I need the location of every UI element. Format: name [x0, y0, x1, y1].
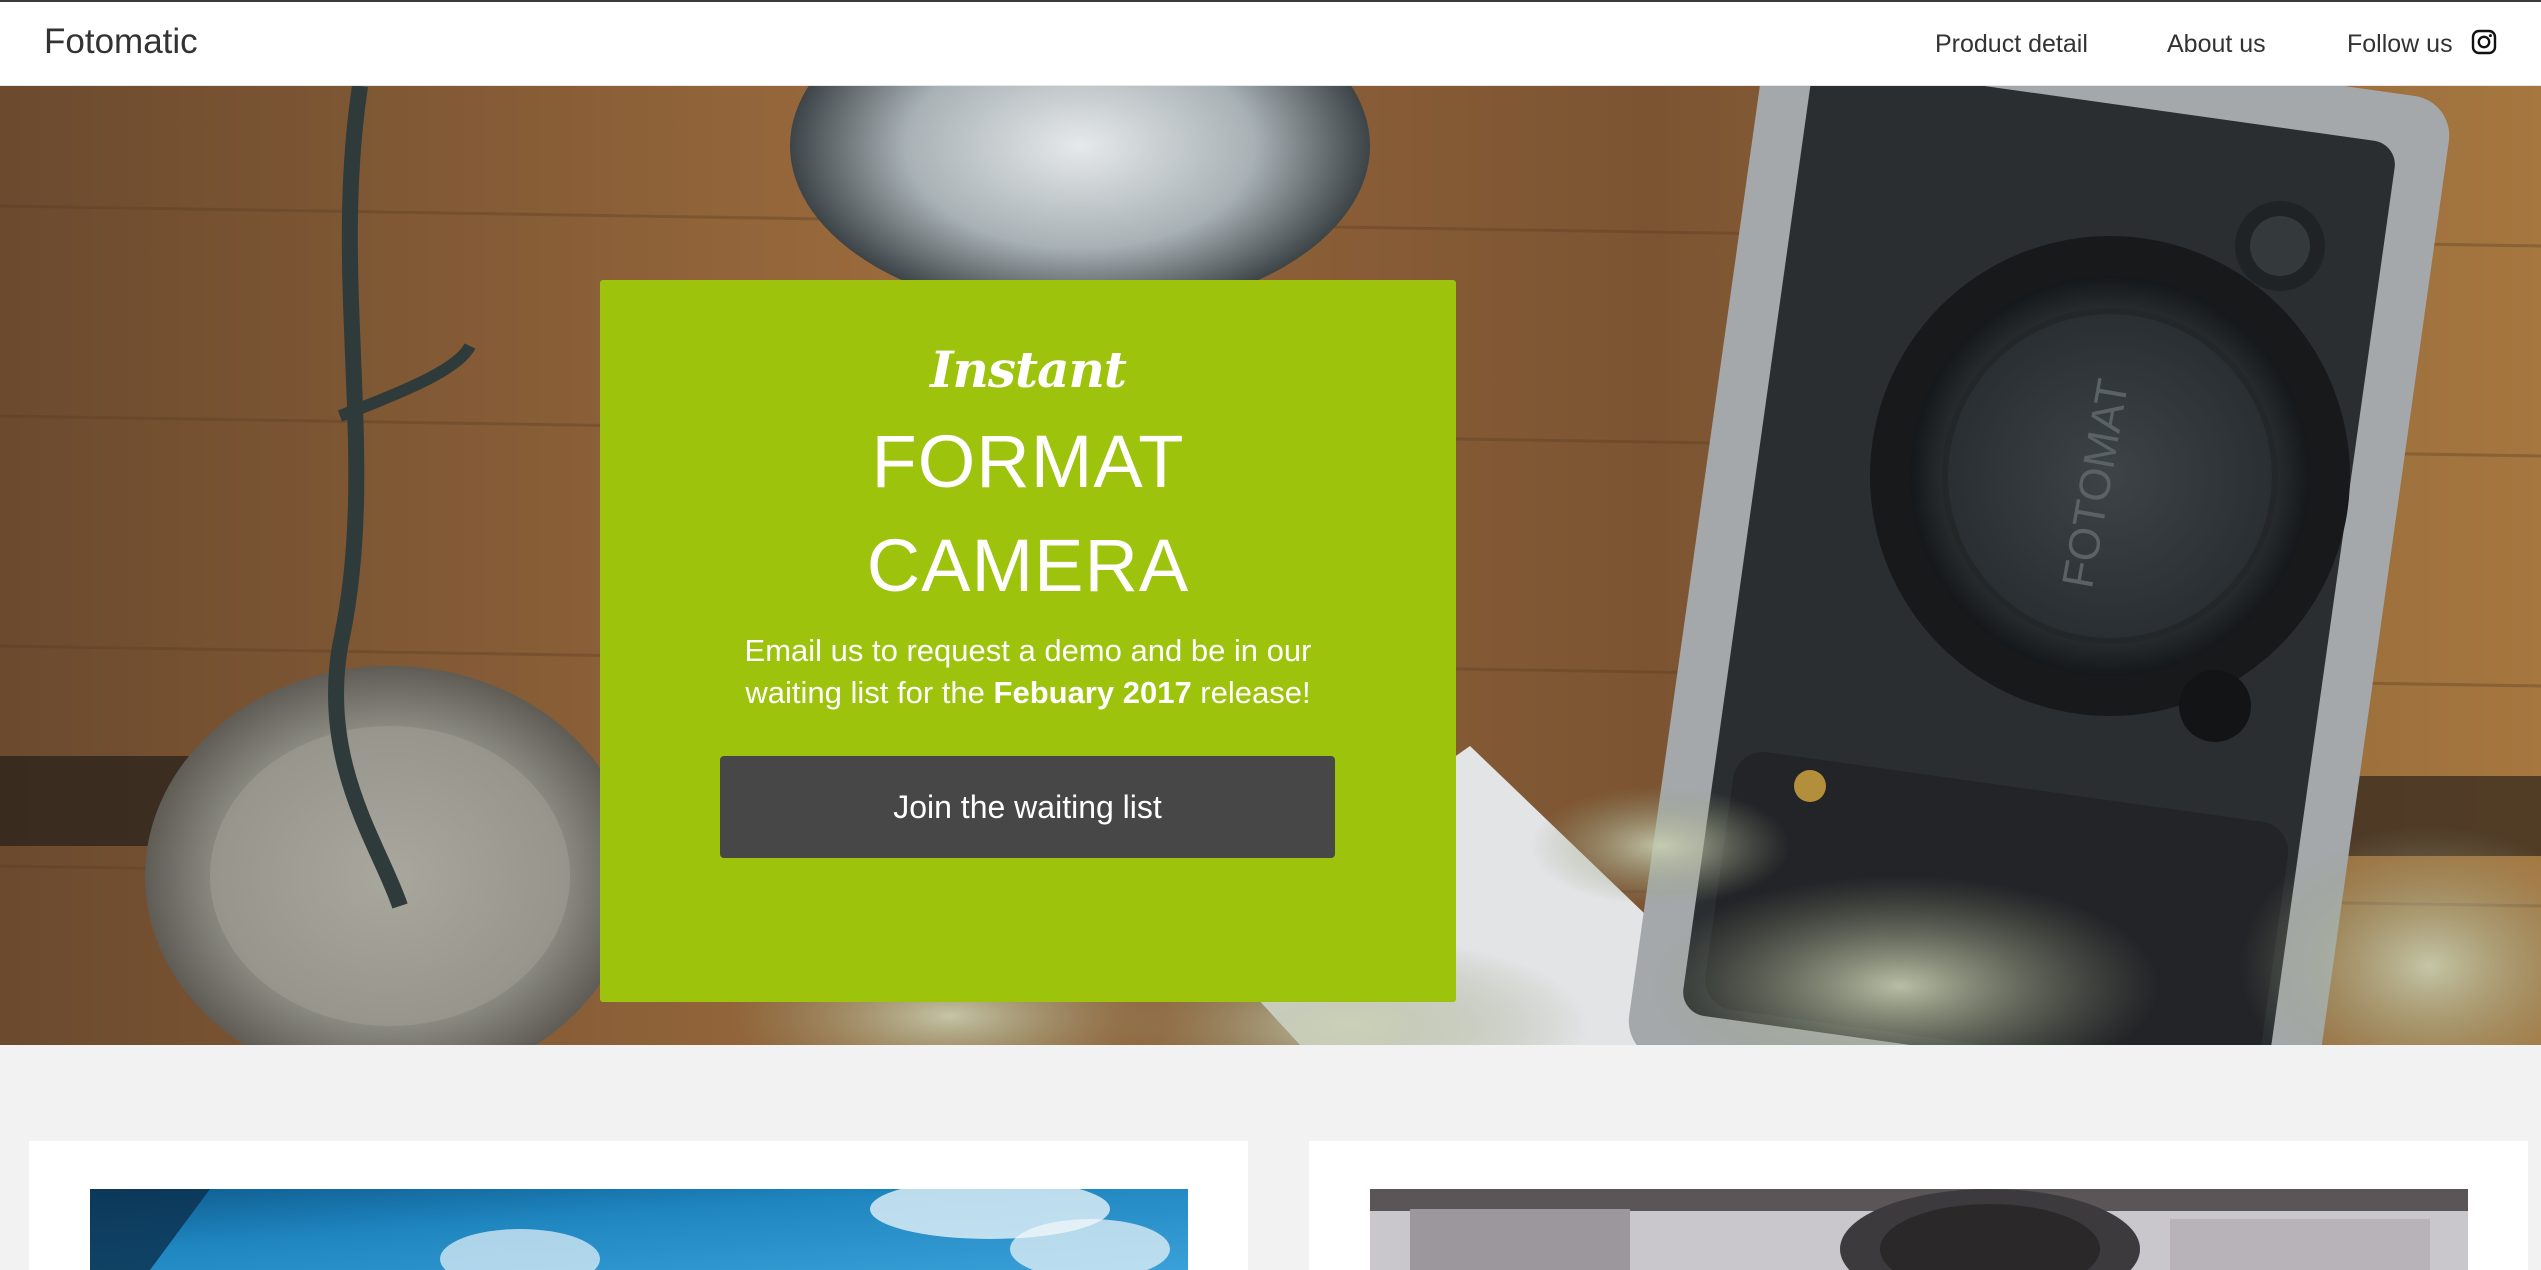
join-waiting-list-button[interactable]: Join the waiting list: [720, 756, 1335, 858]
nav-product-detail[interactable]: Product detail: [1935, 30, 2088, 59]
brand-logo[interactable]: Fotomatic: [44, 22, 198, 62]
top-navbar: Fotomatic Product detail About us Follow…: [0, 0, 2541, 86]
nav-about-us[interactable]: About us: [2167, 30, 2266, 59]
promo-description: Email us to request a demo and be in our…: [730, 630, 1326, 714]
feature-card-right: [1309, 1141, 2528, 1270]
nav-follow-us[interactable]: Follow us: [2347, 30, 2453, 59]
camera-closeup-photo: [1370, 1189, 2468, 1270]
instagram-icon[interactable]: [2471, 29, 2497, 55]
sky-photo: [90, 1189, 1188, 1270]
promo-title: FORMAT CAMERA: [600, 410, 1456, 618]
promo-title-line1: FORMAT: [871, 420, 1185, 503]
promo-box: Instant FORMAT CAMERA Email us to reques…: [600, 280, 1456, 1002]
promo-eyebrow: Instant: [930, 340, 1127, 399]
promo-release-date: Febuary 2017: [993, 675, 1192, 710]
hero-section: FOTOMAT Instant FORMAT CAMERA Email us t…: [0, 86, 2541, 1045]
promo-title-line2: CAMERA: [866, 524, 1190, 607]
feature-card-left: [29, 1141, 1248, 1270]
promo-text-after: release!: [1191, 675, 1311, 710]
